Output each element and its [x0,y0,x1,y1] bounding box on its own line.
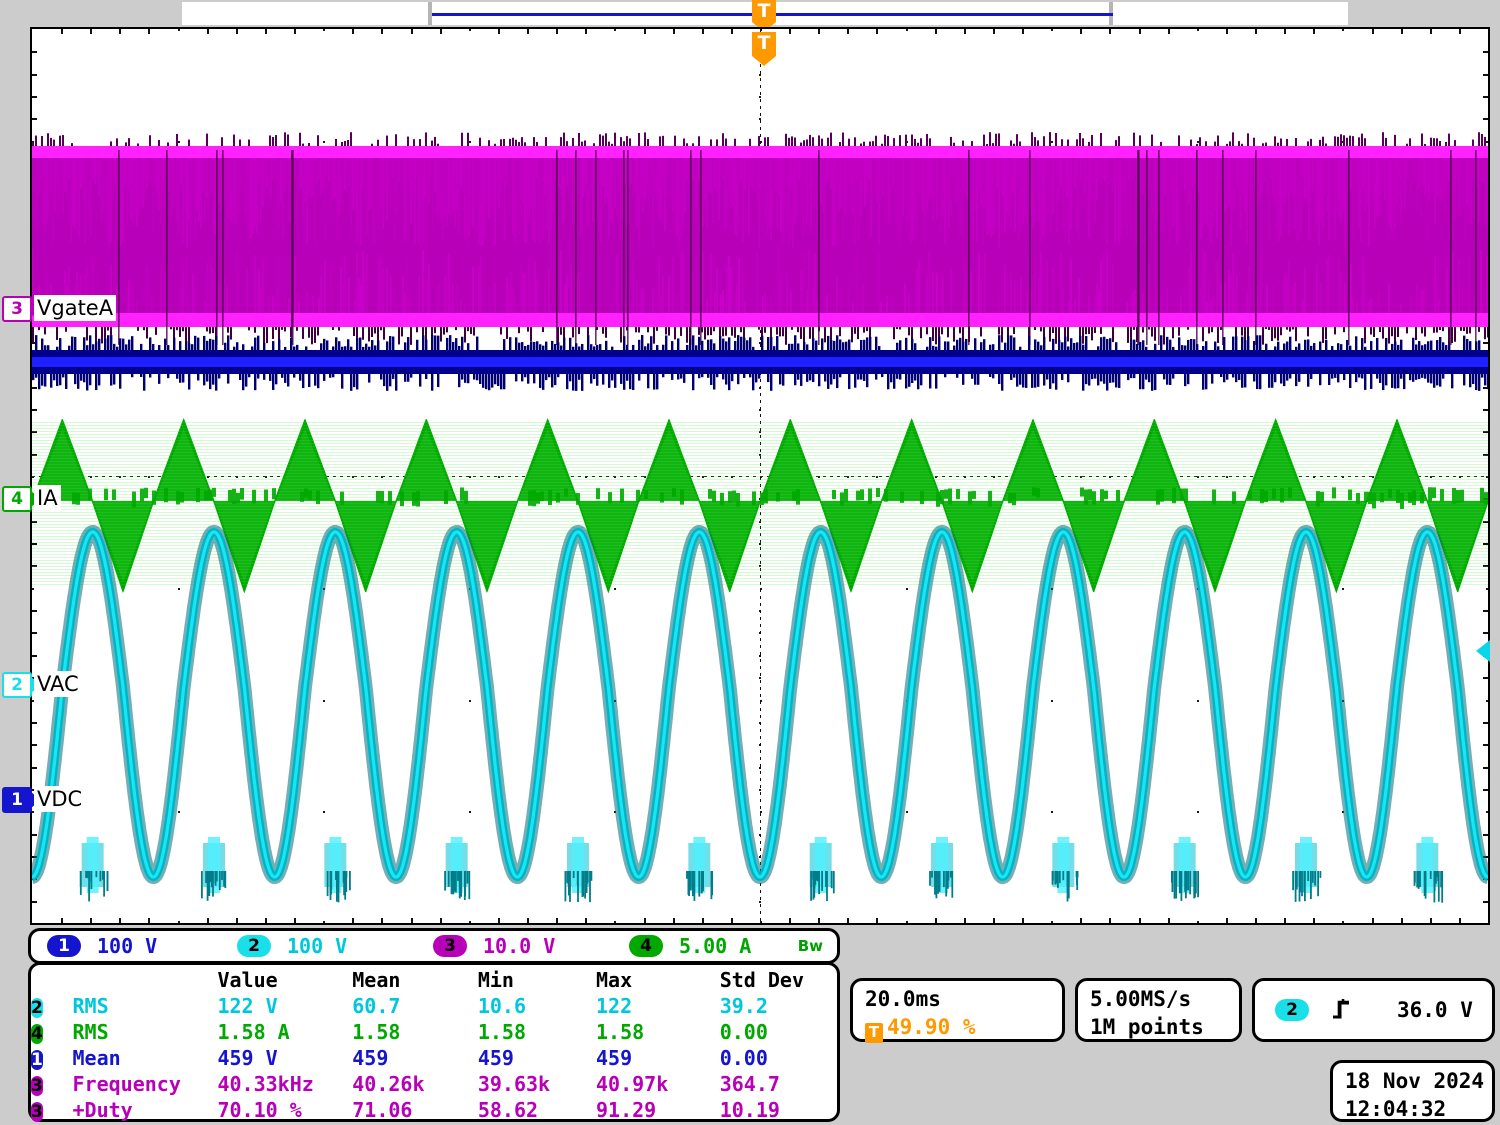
measurement-std: 10.19 [719,1098,780,1122]
position-bar-left-segment [182,2,432,25]
record-length: 1M points [1090,1015,1204,1039]
channel-label-ia: IA [34,485,61,511]
measurement-max: 91.29 [596,1098,657,1122]
measurement-table[interactable]: Value Mean Min Max Std Dev 2 RMS 122 V 60.7… [28,962,840,1122]
channel-scale-bar: 1 100 V 2 100 V 3 10.0 V 4 5.00 A Bw [28,928,840,964]
col-std: Std Dev [719,968,804,992]
measurement-value: 70.10 % [217,1098,302,1122]
channel-scale-3: 10.0 V [483,934,556,958]
measurement-value: 1.58 A [217,1020,290,1044]
measurement-name: +Duty [72,1098,133,1122]
measurement-name: Mean [72,1046,121,1070]
channel-label-vdc: VDC [34,786,86,812]
measurement-value: 122 V [217,994,278,1018]
measurement-value: 459 V [217,1046,278,1070]
measurement-min: 10.6 [477,994,526,1018]
measurement-value: 40.33kHz [217,1072,314,1096]
measurement-max: 459 [596,1046,633,1070]
measurement-row[interactable]: 3 Frequency 40.33kHz 40.26k 39.63k 40.97k 364.… [31,1071,837,1097]
channel-marker-1[interactable]: 1 [2,787,41,813]
trigger-source-pill: 2 [1275,999,1309,1021]
measurement-row[interactable]: 3 +Duty 70.10 % 71.06 58.62 91.29 10.19 [31,1097,837,1123]
measurement-min: 1.58 [477,1020,526,1044]
channel-scale-1: 100 V [97,934,158,958]
channel-marker-4[interactable]: 4 [2,486,41,512]
timebase-position: 49.90 % [887,1015,976,1039]
channel-label-vgatea: VgateA [34,295,117,321]
measurement-max: 1.58 [596,1020,645,1044]
measurement-mean: 40.26k [352,1072,425,1096]
channel-pill-1: 1 [47,935,81,957]
trigger-level: 36.0 V [1397,998,1473,1022]
bandwidth-limit-icon: Bw [797,937,823,955]
col-max: Max [596,968,633,992]
channel-pill-2: 2 [237,935,271,957]
trigger-slope-icon [1331,996,1351,1024]
measurement-mean: 60.7 [352,994,401,1018]
date-text: 18 Nov 2024 [1345,1069,1485,1093]
channel-marker-3-id: 3 [11,299,23,319]
trace-vac [32,29,1488,923]
measurement-mean: 1.58 [352,1020,401,1044]
measurement-std: 0.00 [719,1046,768,1070]
measurement-row[interactable]: 1 Mean 459 V 459 459 459 0.00 [31,1045,837,1071]
channel-chip-4[interactable]: 4 5.00 A [629,934,751,958]
channel-pill-3: 3 [433,935,467,957]
horizontal-position-bar[interactable]: T [0,0,1500,32]
trigger-position-marker[interactable]: T [752,32,776,66]
measurement-row[interactable]: 2 RMS 122 V 60.7 10.6 122 39.2 [31,993,837,1019]
measurement-name: Frequency [72,1072,181,1096]
measurement-min: 459 [477,1046,514,1070]
datetime-panel: 18 Nov 2024 12:04:32 [1330,1060,1495,1122]
col-min: Min [477,968,514,992]
sample-rate: 5.00MS/s [1090,987,1192,1011]
channel-chip-3[interactable]: 3 10.0 V [433,934,629,958]
measurement-max: 122 [596,994,633,1018]
channel-chip-1[interactable]: 1 100 V [47,934,237,958]
channel-scale-2: 100 V [287,934,348,958]
measurement-min: 58.62 [477,1098,539,1122]
channel-chip-2[interactable]: 2 100 V [237,934,433,958]
measurement-mean: 71.06 [352,1098,413,1122]
time-text: 12:04:32 [1345,1097,1447,1121]
measurement-std: 0.00 [719,1020,768,1044]
channel-scale-4: 5.00 A [679,934,752,958]
trigger-level-arrow[interactable] [1476,640,1490,662]
trigger-marker-label-top: T [757,0,771,22]
waveform-graticule[interactable] [30,27,1490,925]
timebase-trigger-icon: T [865,1023,883,1043]
channel-marker-2-id: 2 [11,675,23,695]
col-value: Value [217,968,278,992]
measurement-std: 364.7 [719,1072,780,1096]
channel-label-vac: VAC [34,671,82,697]
channel-marker-1-id: 1 [11,790,23,810]
measurement-max: 40.97k [596,1072,669,1096]
col-mean: Mean [352,968,401,992]
trigger-marker-label: T [757,32,771,54]
position-bar-right-segment [1113,2,1348,25]
measurement-name: RMS [72,1020,109,1044]
trigger-panel[interactable]: 2 36.0 V [1252,978,1495,1042]
measurement-name: RMS [72,994,109,1018]
channel-marker-2[interactable]: 2 [2,672,41,698]
measurement-min: 39.63k [477,1072,551,1096]
measurement-row[interactable]: 4 RMS 1.58 A 1.58 1.58 1.58 0.00 [31,1019,837,1045]
timebase-scale: 20.0ms [865,987,941,1011]
measurement-std: 39.2 [719,994,768,1018]
timebase-position-row: T 49.90 % [865,1013,1062,1043]
channel-marker-4-id: 4 [11,489,23,509]
acquisition-panel[interactable]: 5.00MS/s 1M points [1075,978,1242,1042]
channel-pill-4: 4 [629,935,663,957]
measurement-header-row: Value Mean Min Max Std Dev [31,967,837,993]
timebase-panel[interactable]: 20.0ms T 49.90 % [850,978,1065,1043]
channel-marker-3[interactable]: 3 [2,296,41,322]
measurement-mean: 459 [352,1046,389,1070]
